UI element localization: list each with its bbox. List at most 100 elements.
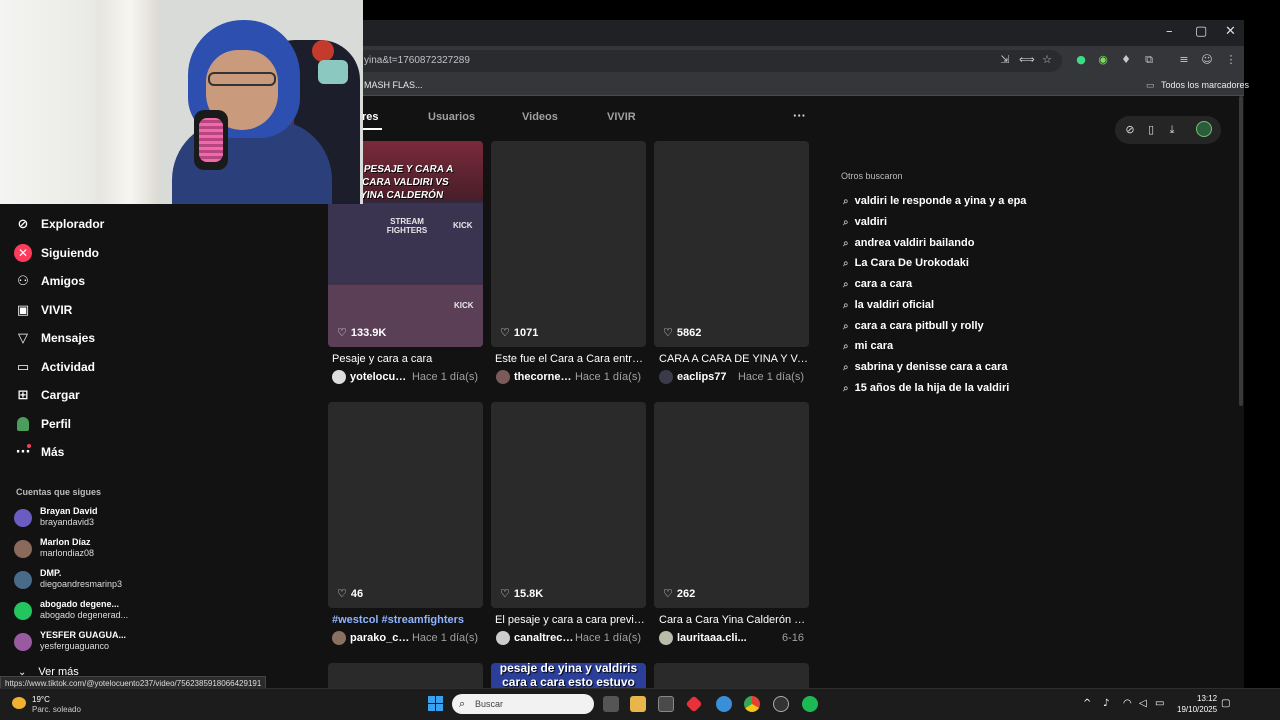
notifications-icon[interactable]: ▢ [1221,698,1230,709]
related-search-item[interactable]: ⌕ valdiri le responde a yina y a epa [843,195,1026,207]
video-title[interactable]: Cara a Cara Yina Calderón vs... [659,614,809,626]
chevron-up-icon[interactable]: ^ [1083,698,1091,709]
weather-icon[interactable] [12,697,26,709]
followed-account[interactable]: Brayan David brayandavid3 [14,505,194,531]
nav-mensajes[interactable]: ▽ Mensajes [14,329,95,347]
start-button[interactable] [428,696,443,711]
close-button[interactable]: ✕ [1225,24,1236,39]
volume-icon[interactable]: ◁ [1139,698,1147,709]
followed-account[interactable]: Marlon Díaz marlondiaz08 [14,536,194,562]
store-icon[interactable] [658,696,674,712]
related-search-item[interactable]: ⌕ sabrina y denisse cara a cara [843,361,1008,373]
tab-vivir[interactable]: VIVIR [607,111,636,123]
related-search-item[interactable]: ⌕ cara a cara [843,278,912,290]
taskbar-search-placeholder[interactable]: Buscar [475,699,503,709]
related-search-item[interactable]: ⌕ la valdiri oficial [843,299,934,311]
media-control-icon[interactable]: ≡ [1177,53,1191,67]
extension-green-icon[interactable]: ● [1074,53,1088,67]
author-name[interactable]: parako_clips [350,632,412,644]
author-avatar[interactable] [659,631,673,645]
messages-icon: ▽ [18,330,28,346]
wifi-icon[interactable]: ◠ [1123,698,1132,709]
taskbar-search[interactable] [452,694,594,714]
tabs-more-button[interactable]: ··· [793,108,806,123]
nav-vivir[interactable]: ▣ VIVIR [14,301,73,319]
user-avatar[interactable] [1196,121,1212,137]
nav-explorador[interactable]: ⊘ Explorador [14,215,105,233]
battery-icon[interactable]: ▭ [1155,698,1164,709]
related-search-item[interactable]: ⌕ cara a cara pitbull y rolly [843,320,984,332]
related-search-item[interactable]: ⌕ 15 años de la hija de la valdiri [843,382,1009,394]
microphone-icon[interactable]: ♪ [1103,698,1109,709]
app-obs-icon[interactable] [773,696,789,712]
clock-time[interactable]: 13:12 [1197,694,1217,703]
address-url[interactable]: yina&t=1760872327289 [364,55,470,66]
related-search-item[interactable]: ⌕ andrea valdiri bailando [843,237,974,249]
video-card[interactable]: ♡ 15.8K [491,402,646,608]
weather-desc[interactable]: Parc. soleado [32,705,81,714]
author-name[interactable]: lauritaaa.cli... [677,632,747,644]
followed-account[interactable]: YESFER GUAGUA... yesferguaguanco [14,629,194,655]
nav-mas[interactable]: ··· Más [14,443,65,461]
video-card[interactable]: pesaje de yina y valdiris cara a cara es… [491,663,646,688]
video-title[interactable]: Este fue el Cara a Cara entre... [495,353,645,365]
author-avatar[interactable] [496,631,510,645]
followed-account[interactable]: abogado degene... abogado degenerad... [14,598,194,624]
extension-grammar-icon[interactable]: ◉ [1096,53,1110,67]
tab-usuarios[interactable]: Usuarios [428,111,475,123]
author-avatar[interactable] [496,370,510,384]
author-avatar[interactable] [332,370,346,384]
translate-icon[interactable]: ⟺ [1019,53,1035,67]
related-search-item[interactable]: ⌕ La Cara De Urokodaki [843,257,969,269]
minimize-button[interactable]: – [1166,24,1173,39]
weather-temp[interactable]: 19°C [32,695,50,704]
app-blue-icon[interactable] [716,696,732,712]
author-name[interactable]: canaltrececo [514,632,575,644]
task-view-icon[interactable] [603,696,619,712]
video-card[interactable] [654,663,809,688]
nav-actividad[interactable]: ▭ Actividad [14,358,95,376]
related-search-item[interactable]: ⌕ valdiri [843,216,887,228]
author-name[interactable]: yotelocuent... [350,371,412,383]
profile-avatar-icon[interactable]: ☺ [1200,53,1214,67]
video-card[interactable]: ♡ 5862 [654,141,809,347]
author-name[interactable]: eaclips77 [677,371,727,383]
tab-videos[interactable]: Videos [522,111,558,123]
followed-account[interactable]: DMP. diegoandresmarinp3 [14,567,194,593]
bookmark-item[interactable]: MASH FLAS... [364,80,423,90]
author-avatar[interactable] [659,370,673,384]
nav-siguiendo[interactable]: ✕ Siguiendo [14,244,99,262]
extension-pin-icon[interactable]: ♦ [1119,53,1133,67]
download-icon[interactable]: ⤓ [1165,123,1179,137]
maximize-button[interactable]: ▢ [1195,24,1207,39]
nav-cargar[interactable]: ⊞ Cargar [14,386,80,404]
nav-amigos[interactable]: ⚇ Amigos [14,272,85,290]
video-card[interactable]: ♡ 1071 [491,141,646,347]
file-explorer-icon[interactable] [630,696,646,712]
page-scrollbar[interactable] [1239,96,1243,406]
browser-menu-icon[interactable]: ⋮ [1224,53,1238,67]
chrome-icon[interactable] [744,696,760,712]
bookmark-star-icon[interactable]: ☆ [1040,53,1054,67]
video-card[interactable]: ♡ 262 [654,402,809,608]
search-icon: ⌕ [843,237,849,249]
author-avatar[interactable] [332,631,346,645]
video-title[interactable]: El pesaje y cara a cara previo... [495,614,645,626]
video-hashtags[interactable]: #westcol #streamfighters [332,614,487,626]
phone-icon[interactable]: ▯ [1144,123,1158,137]
install-app-icon[interactable]: ⇲ [998,53,1012,67]
author-name[interactable]: thecornertv_ [514,371,575,383]
spotify-icon[interactable] [802,696,818,712]
video-title[interactable]: Pesaje y cara a cara [332,353,487,365]
extensions-puzzle-icon[interactable]: ⧉ [1142,53,1156,67]
coins-icon[interactable]: ⊘ [1123,123,1137,137]
related-search-item[interactable]: ⌕ mi cara [843,340,893,352]
video-title[interactable]: CARA A CARA DE YINA Y VA... [659,353,809,365]
video-card[interactable] [328,663,483,688]
tab-top[interactable]: res [362,111,379,123]
clock-date[interactable]: 19/10/2025 [1177,705,1217,714]
nav-perfil[interactable]: Perfil [14,415,71,433]
video-card[interactable]: ♡ 46 [328,402,483,608]
all-bookmarks-link[interactable]: Todos los marcadores [1161,80,1249,90]
heart-icon: ♡ [500,587,510,600]
